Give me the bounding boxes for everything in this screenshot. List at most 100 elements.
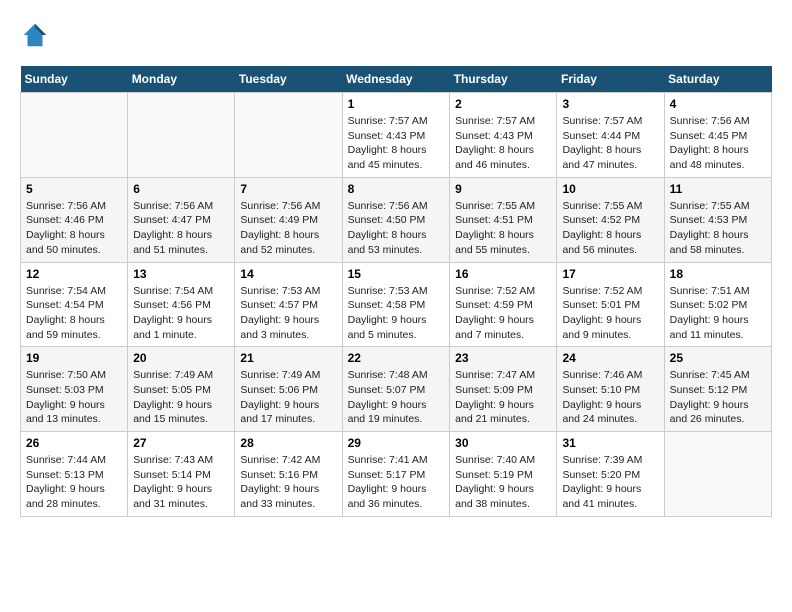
day-number: 31: [562, 436, 658, 450]
day-number: 4: [670, 97, 766, 111]
day-number: 22: [348, 351, 445, 365]
day-detail: Sunrise: 7:47 AM Sunset: 5:09 PM Dayligh…: [455, 368, 551, 427]
day-detail: Sunrise: 7:40 AM Sunset: 5:19 PM Dayligh…: [455, 453, 551, 512]
day-detail: Sunrise: 7:56 AM Sunset: 4:49 PM Dayligh…: [240, 199, 336, 258]
calendar-cell: 9 Sunrise: 7:55 AM Sunset: 4:51 PM Daylig…: [450, 177, 557, 262]
calendar-cell: 30 Sunrise: 7:40 AM Sunset: 5:19 PM Dayli…: [450, 432, 557, 517]
calendar-body: 1 Sunrise: 7:57 AM Sunset: 4:43 PM Daylig…: [21, 93, 772, 517]
calendar-cell: 13 Sunrise: 7:54 AM Sunset: 4:56 PM Dayli…: [128, 262, 235, 347]
calendar-cell: 24 Sunrise: 7:46 AM Sunset: 5:10 PM Dayli…: [557, 347, 664, 432]
day-detail: Sunrise: 7:55 AM Sunset: 4:51 PM Dayligh…: [455, 199, 551, 258]
day-number: 21: [240, 351, 336, 365]
calendar-cell: 8 Sunrise: 7:56 AM Sunset: 4:50 PM Daylig…: [342, 177, 450, 262]
calendar-cell: 16 Sunrise: 7:52 AM Sunset: 4:59 PM Dayli…: [450, 262, 557, 347]
calendar-cell: 5 Sunrise: 7:56 AM Sunset: 4:46 PM Daylig…: [21, 177, 128, 262]
calendar-cell: 25 Sunrise: 7:45 AM Sunset: 5:12 PM Dayli…: [664, 347, 771, 432]
calendar-cell: 31 Sunrise: 7:39 AM Sunset: 5:20 PM Dayli…: [557, 432, 664, 517]
day-number: 17: [562, 267, 658, 281]
calendar-cell: 26 Sunrise: 7:44 AM Sunset: 5:13 PM Dayli…: [21, 432, 128, 517]
day-number: 27: [133, 436, 229, 450]
calendar-week-1: 1 Sunrise: 7:57 AM Sunset: 4:43 PM Daylig…: [21, 93, 772, 178]
calendar-cell: 2 Sunrise: 7:57 AM Sunset: 4:43 PM Daylig…: [450, 93, 557, 178]
day-detail: Sunrise: 7:45 AM Sunset: 5:12 PM Dayligh…: [670, 368, 766, 427]
calendar-week-5: 26 Sunrise: 7:44 AM Sunset: 5:13 PM Dayli…: [21, 432, 772, 517]
day-detail: Sunrise: 7:50 AM Sunset: 5:03 PM Dayligh…: [26, 368, 122, 427]
weekday-header-saturday: Saturday: [664, 66, 771, 93]
day-detail: Sunrise: 7:39 AM Sunset: 5:20 PM Dayligh…: [562, 453, 658, 512]
calendar-cell: 19 Sunrise: 7:50 AM Sunset: 5:03 PM Dayli…: [21, 347, 128, 432]
day-number: 29: [348, 436, 445, 450]
weekday-header-sunday: Sunday: [21, 66, 128, 93]
day-detail: Sunrise: 7:56 AM Sunset: 4:50 PM Dayligh…: [348, 199, 445, 258]
day-detail: Sunrise: 7:54 AM Sunset: 4:56 PM Dayligh…: [133, 284, 229, 343]
day-number: 1: [348, 97, 445, 111]
day-detail: Sunrise: 7:44 AM Sunset: 5:13 PM Dayligh…: [26, 453, 122, 512]
calendar-cell: 22 Sunrise: 7:48 AM Sunset: 5:07 PM Dayli…: [342, 347, 450, 432]
day-detail: Sunrise: 7:55 AM Sunset: 4:52 PM Dayligh…: [562, 199, 658, 258]
day-number: 14: [240, 267, 336, 281]
day-detail: Sunrise: 7:41 AM Sunset: 5:17 PM Dayligh…: [348, 453, 445, 512]
weekday-header-tuesday: Tuesday: [235, 66, 342, 93]
day-detail: Sunrise: 7:48 AM Sunset: 5:07 PM Dayligh…: [348, 368, 445, 427]
day-detail: Sunrise: 7:49 AM Sunset: 5:06 PM Dayligh…: [240, 368, 336, 427]
calendar-table: SundayMondayTuesdayWednesdayThursdayFrid…: [20, 66, 772, 517]
day-detail: Sunrise: 7:54 AM Sunset: 4:54 PM Dayligh…: [26, 284, 122, 343]
day-number: 8: [348, 182, 445, 196]
day-detail: Sunrise: 7:53 AM Sunset: 4:58 PM Dayligh…: [348, 284, 445, 343]
day-number: 24: [562, 351, 658, 365]
day-detail: Sunrise: 7:57 AM Sunset: 4:43 PM Dayligh…: [455, 114, 551, 173]
calendar-cell: 29 Sunrise: 7:41 AM Sunset: 5:17 PM Dayli…: [342, 432, 450, 517]
calendar-cell: 4Sunrise: 7:56 AM Sunset: 4:45 PM Daylig…: [664, 93, 771, 178]
day-number: 26: [26, 436, 122, 450]
day-number: 28: [240, 436, 336, 450]
weekday-row: SundayMondayTuesdayWednesdayThursdayFrid…: [21, 66, 772, 93]
day-detail: Sunrise: 7:43 AM Sunset: 5:14 PM Dayligh…: [133, 453, 229, 512]
day-number: 3: [562, 97, 658, 111]
calendar-cell: 28Sunrise: 7:42 AM Sunset: 5:16 PM Dayli…: [235, 432, 342, 517]
calendar-cell: 7 Sunrise: 7:56 AM Sunset: 4:49 PM Daylig…: [235, 177, 342, 262]
day-detail: Sunrise: 7:55 AM Sunset: 4:53 PM Dayligh…: [670, 199, 766, 258]
day-detail: Sunrise: 7:46 AM Sunset: 5:10 PM Dayligh…: [562, 368, 658, 427]
calendar-cell: 10Sunrise: 7:55 AM Sunset: 4:52 PM Dayli…: [557, 177, 664, 262]
calendar-header: SundayMondayTuesdayWednesdayThursdayFrid…: [21, 66, 772, 93]
logo: [20, 20, 54, 50]
calendar-cell: 1 Sunrise: 7:57 AM Sunset: 4:43 PM Daylig…: [342, 93, 450, 178]
calendar-cell: [235, 93, 342, 178]
day-number: 11: [670, 182, 766, 196]
day-number: 9: [455, 182, 551, 196]
day-number: 25: [670, 351, 766, 365]
day-detail: Sunrise: 7:52 AM Sunset: 5:01 PM Dayligh…: [562, 284, 658, 343]
day-number: 6: [133, 182, 229, 196]
calendar-week-2: 5 Sunrise: 7:56 AM Sunset: 4:46 PM Daylig…: [21, 177, 772, 262]
day-detail: Sunrise: 7:56 AM Sunset: 4:47 PM Dayligh…: [133, 199, 229, 258]
calendar-cell: 11 Sunrise: 7:55 AM Sunset: 4:53 PM Dayli…: [664, 177, 771, 262]
day-detail: Sunrise: 7:57 AM Sunset: 4:43 PM Dayligh…: [348, 114, 445, 173]
day-number: 19: [26, 351, 122, 365]
day-detail: Sunrise: 7:57 AM Sunset: 4:44 PM Dayligh…: [562, 114, 658, 173]
day-number: 13: [133, 267, 229, 281]
calendar-cell: 21 Sunrise: 7:49 AM Sunset: 5:06 PM Dayli…: [235, 347, 342, 432]
day-detail: Sunrise: 7:52 AM Sunset: 4:59 PM Dayligh…: [455, 284, 551, 343]
day-number: 5: [26, 182, 122, 196]
day-number: 15: [348, 267, 445, 281]
calendar-cell: [664, 432, 771, 517]
calendar-cell: 6 Sunrise: 7:56 AM Sunset: 4:47 PM Daylig…: [128, 177, 235, 262]
calendar-cell: 27 Sunrise: 7:43 AM Sunset: 5:14 PM Dayli…: [128, 432, 235, 517]
day-number: 30: [455, 436, 551, 450]
day-number: 2: [455, 97, 551, 111]
day-number: 7: [240, 182, 336, 196]
day-detail: Sunrise: 7:51 AM Sunset: 5:02 PM Dayligh…: [670, 284, 766, 343]
calendar-cell: [21, 93, 128, 178]
day-detail: Sunrise: 7:53 AM Sunset: 4:57 PM Dayligh…: [240, 284, 336, 343]
calendar-cell: 20 Sunrise: 7:49 AM Sunset: 5:05 PM Dayli…: [128, 347, 235, 432]
day-number: 20: [133, 351, 229, 365]
calendar-cell: 23Sunrise: 7:47 AM Sunset: 5:09 PM Dayli…: [450, 347, 557, 432]
calendar-cell: 3 Sunrise: 7:57 AM Sunset: 4:44 PM Daylig…: [557, 93, 664, 178]
calendar-cell: 14 Sunrise: 7:53 AM Sunset: 4:57 PM Dayli…: [235, 262, 342, 347]
day-detail: Sunrise: 7:49 AM Sunset: 5:05 PM Dayligh…: [133, 368, 229, 427]
day-detail: Sunrise: 7:56 AM Sunset: 4:46 PM Dayligh…: [26, 199, 122, 258]
day-number: 16: [455, 267, 551, 281]
day-number: 12: [26, 267, 122, 281]
calendar-week-4: 19 Sunrise: 7:50 AM Sunset: 5:03 PM Dayli…: [21, 347, 772, 432]
calendar-cell: 18Sunrise: 7:51 AM Sunset: 5:02 PM Dayli…: [664, 262, 771, 347]
